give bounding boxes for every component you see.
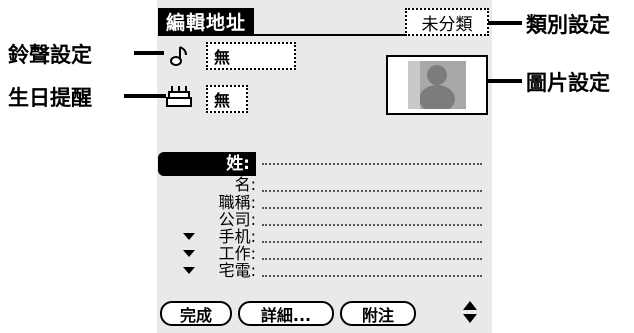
mobile-type-arrow-icon[interactable] <box>183 233 195 240</box>
category-dropdown[interactable]: 未分類 <box>405 8 489 36</box>
details-button[interactable]: 詳細... <box>238 301 334 326</box>
callout-category-line <box>488 21 522 25</box>
home-label[interactable]: 宅電: <box>219 262 256 280</box>
form-title: 編輯地址 <box>158 8 255 35</box>
scroll-arrows-icon[interactable] <box>462 299 478 325</box>
last-name-input[interactable] <box>262 163 482 165</box>
callout-picture: 圖片設定 <box>526 71 610 95</box>
work-input[interactable] <box>262 258 482 260</box>
first-name-label: 名: <box>234 175 256 194</box>
birthday-cake-icon <box>166 84 192 108</box>
ringtone-trigger[interactable]: 無 <box>206 42 296 70</box>
callout-birthday: 生日提醒 <box>8 86 92 110</box>
first-name-input[interactable] <box>262 190 482 192</box>
last-name-label: 姓: <box>158 152 256 176</box>
home-input[interactable] <box>262 275 482 277</box>
company-input[interactable] <box>262 224 482 226</box>
home-type-arrow-icon[interactable] <box>183 267 195 274</box>
callout-birthday-line <box>124 94 166 98</box>
job-title-input[interactable] <box>262 207 482 209</box>
callout-ringtone: 鈴聲設定 <box>8 43 92 67</box>
callout-picture-line <box>486 79 522 83</box>
work-type-arrow-icon[interactable] <box>183 250 195 257</box>
mobile-input[interactable] <box>262 241 482 243</box>
contact-photo[interactable] <box>386 55 488 115</box>
birthday-trigger[interactable]: 無 <box>206 85 248 113</box>
note-button[interactable]: 附注 <box>340 301 416 326</box>
callout-category: 類別設定 <box>526 13 610 37</box>
done-button[interactable]: 完成 <box>160 301 232 326</box>
photo-placeholder-icon <box>408 61 466 109</box>
callout-ringtone-line <box>134 51 164 55</box>
ringtone-icon <box>166 45 190 67</box>
